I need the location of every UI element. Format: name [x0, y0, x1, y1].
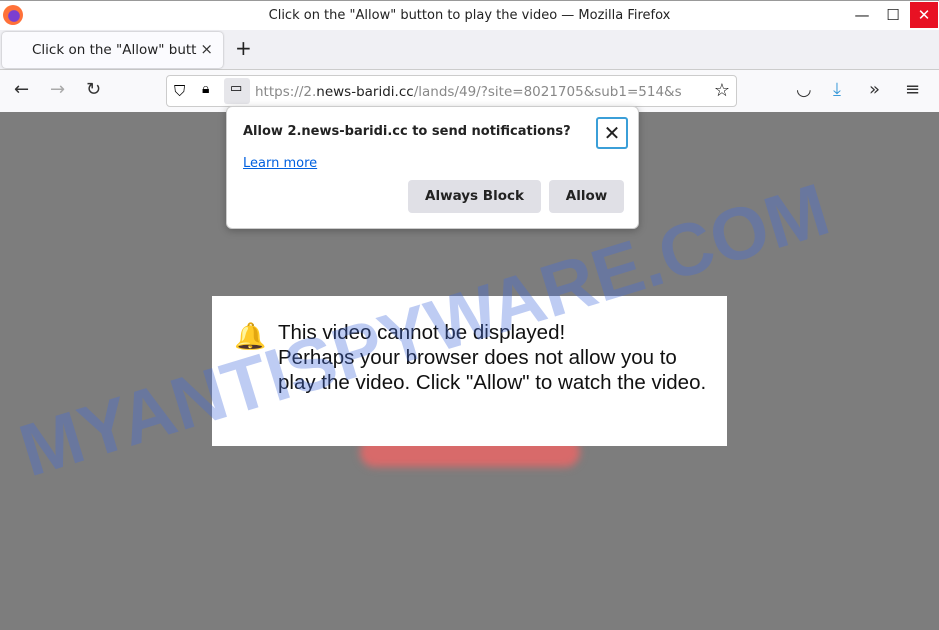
- download-icon[interactable]: ⤓: [833, 80, 841, 100]
- bell-icon: 🔔: [234, 322, 267, 352]
- url-bar[interactable]: ⛉ 🔒︎ ▭ https://2.news-baridi.cc/lands/49…: [166, 75, 737, 107]
- lock-icon[interactable]: 🔒︎: [202, 81, 209, 97]
- forward-button[interactable]: →: [50, 80, 65, 100]
- window-title: Click on the "Allow" button to play the …: [268, 8, 671, 23]
- learn-more-link[interactable]: Learn more: [243, 156, 317, 171]
- reload-button[interactable]: ↻: [86, 80, 101, 100]
- menu-icon[interactable]: ≡: [905, 80, 920, 100]
- permission-question: Allow 2.news-baridi.cc to send notificat…: [243, 124, 571, 139]
- url-text[interactable]: https://2.news-baridi.cc/lands/49/?site=…: [255, 84, 707, 100]
- message-line1: This video cannot be displayed!: [278, 321, 566, 344]
- new-tab-button[interactable]: +: [235, 36, 252, 60]
- overflow-icon[interactable]: »: [869, 80, 880, 100]
- notification-permission-popup: Allow 2.news-baridi.cc to send notificat…: [226, 106, 639, 229]
- back-button[interactable]: ←: [14, 80, 29, 100]
- notification-permission-icon[interactable]: ▭: [224, 78, 250, 104]
- tab-active[interactable]: Click on the "Allow" button to play the …: [2, 32, 223, 68]
- bookmark-star-icon[interactable]: ☆: [714, 80, 730, 101]
- tab-label: Click on the "Allow" button to play the …: [32, 42, 197, 58]
- minimize-button[interactable]: —: [848, 2, 876, 28]
- allow-button[interactable]: Allow: [549, 180, 624, 213]
- maximize-button[interactable]: ☐: [879, 2, 907, 28]
- popup-close-button[interactable]: ✕: [596, 117, 628, 149]
- always-block-button[interactable]: Always Block: [408, 180, 541, 213]
- close-window-button[interactable]: ✕: [910, 2, 938, 28]
- video-message-box: 🔔 This video cannot be displayed! Perhaps…: [212, 296, 727, 446]
- pocket-icon[interactable]: ◡: [796, 80, 812, 100]
- shield-icon[interactable]: ⛉: [174, 82, 185, 100]
- message-line2: Perhaps your browser does not allow you …: [278, 346, 707, 394]
- tab-bar: Click on the "Allow" button to play the …: [0, 30, 939, 70]
- tab-close-icon[interactable]: ×: [200, 40, 213, 58]
- title-bar: Click on the "Allow" button to play the …: [0, 0, 939, 30]
